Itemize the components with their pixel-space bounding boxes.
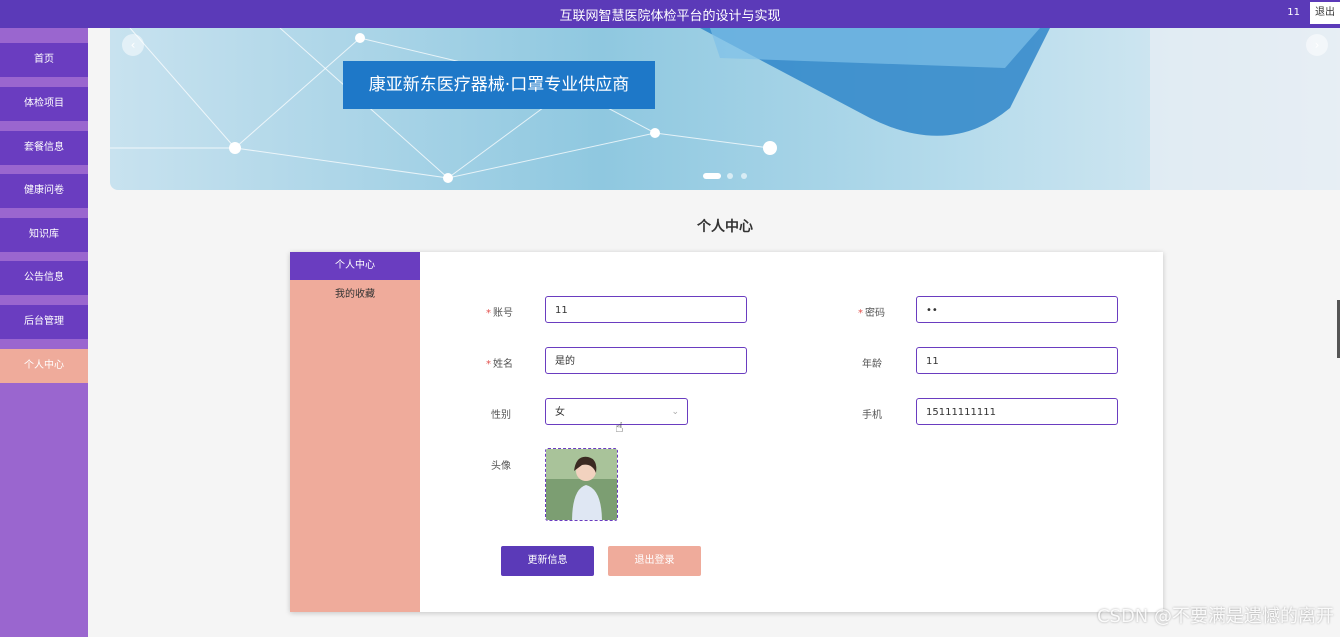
sidebar-item-packages[interactable]: 套餐信息 — [0, 131, 88, 165]
app-title: 互联网智慧医院体检平台的设计与实现 — [559, 9, 781, 24]
tab-list: 个人中心 我的收藏 — [290, 252, 420, 612]
gender-label: 性别 — [491, 410, 511, 421]
avatar-image — [546, 449, 617, 520]
phone-input[interactable]: 15111111111 — [916, 398, 1118, 425]
sidebar-item-exam-items[interactable]: 体检项目 — [0, 87, 88, 121]
banner-carousel[interactable]: 康亚新东医疗器械·口罩专业供应商 ‹ › — [110, 28, 1340, 190]
chevron-left-icon[interactable]: ‹ — [122, 34, 144, 56]
password-input[interactable]: •• — [916, 296, 1118, 323]
account-label: * 账号 — [486, 308, 513, 319]
avatar-label: 头像 — [491, 461, 511, 472]
logout-button[interactable]: 退出登录 — [608, 546, 701, 576]
top-bar: 互联网智慧医院体检平台的设计与实现 11 退出 — [0, 0, 1340, 28]
banner-image — [110, 28, 1340, 190]
carousel-dot-active[interactable] — [703, 173, 721, 179]
carousel-dot[interactable] — [741, 173, 747, 179]
tab-personal-center[interactable]: 个人中心 — [290, 252, 420, 280]
chevron-right-icon[interactable]: › — [1306, 34, 1328, 56]
watermark: CSDN @不要满是遗憾的离开 — [1096, 606, 1334, 627]
name-label: * 姓名 — [486, 359, 513, 370]
sidebar-item-home[interactable]: 首页 — [0, 43, 88, 77]
age-label: 年龄 — [862, 359, 882, 370]
chevron-down-icon: ⌄ — [671, 407, 679, 417]
sidebar-item-announcements[interactable]: 公告信息 — [0, 261, 88, 295]
logout-top-button[interactable]: 退出 — [1310, 2, 1340, 24]
password-label: * 密码 — [858, 308, 885, 319]
avatar-upload[interactable] — [545, 448, 618, 521]
username: 11 — [1287, 7, 1300, 18]
gender-value: 女 — [555, 407, 565, 418]
name-input[interactable]: 是的 — [545, 347, 747, 374]
phone-label: 手机 — [862, 410, 882, 421]
sidebar-item-questionnaire[interactable]: 健康问卷 — [0, 174, 88, 208]
sidebar-item-admin[interactable]: 后台管理 — [0, 305, 88, 339]
age-input[interactable]: 11 — [916, 347, 1118, 374]
banner-caption: 康亚新东医疗器械·口罩专业供应商 — [343, 61, 655, 109]
hand-cursor-icon: ☝ — [615, 420, 624, 436]
update-info-button[interactable]: 更新信息 — [501, 546, 594, 576]
page-title: 个人中心 — [697, 219, 753, 235]
sidebar-item-knowledge[interactable]: 知识库 — [0, 218, 88, 252]
sidebar-item-personal-center[interactable]: 个人中心 — [0, 349, 88, 383]
tab-favorites[interactable]: 我的收藏 — [290, 281, 420, 309]
account-input[interactable]: 11 — [545, 296, 747, 323]
sidebar: 首页 体检项目 套餐信息 健康问卷 知识库 公告信息 后台管理 个人中心 — [0, 28, 88, 637]
carousel-dot[interactable] — [727, 173, 733, 179]
profile-card: 个人中心 我的收藏 * 账号 11 * 密码 •• * 姓名 是的 年龄 11 性别 … — [290, 252, 1163, 612]
